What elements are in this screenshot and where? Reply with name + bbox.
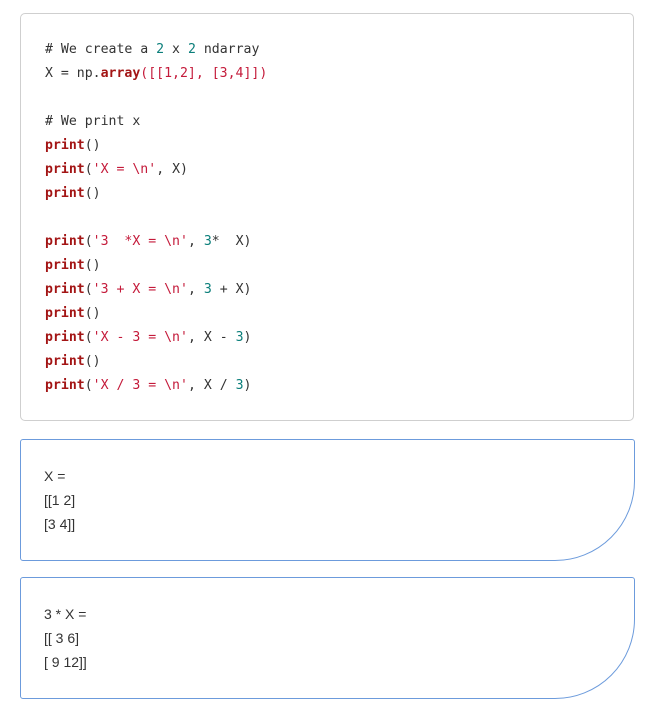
code-token: 3 xyxy=(235,378,244,393)
code-token: 2 xyxy=(187,42,196,57)
output-cell-2: 3 * X = [[ 3 6] [ 9 12]] xyxy=(20,577,635,699)
output-line: 3 * X = xyxy=(44,606,87,622)
code-token: () xyxy=(84,138,101,153)
code-line: # We create a 2 x 2 ndarray xyxy=(45,38,267,62)
code-token: print xyxy=(45,258,85,273)
code-token: 'X = \n' xyxy=(92,162,157,177)
code-token: '3 + X = \n' xyxy=(92,282,188,297)
code-line: print() xyxy=(45,134,267,158)
code-line: print('3 *X = \n', 3* X) xyxy=(45,230,267,254)
code-token: print xyxy=(45,282,85,297)
code-token: ( xyxy=(84,282,93,297)
code-token: X = np. xyxy=(45,66,101,81)
code-token: print xyxy=(45,378,85,393)
code-token: ndarray xyxy=(195,42,260,57)
code-token: () xyxy=(84,354,101,369)
code-token: () xyxy=(84,306,101,321)
output-cell-1: X = [[1 2] [3 4]] xyxy=(20,439,635,561)
output-line: [ 9 12]] xyxy=(44,654,87,670)
code-token: print xyxy=(45,330,85,345)
code-token: array xyxy=(100,66,141,81)
output-text-1: X = [[1 2] [3 4]] xyxy=(44,464,75,536)
code-token: ( xyxy=(84,234,93,249)
code-token: ([[1,2], [3,4]]) xyxy=(140,66,268,81)
code-token: # We print x xyxy=(45,114,141,129)
code-token: + X) xyxy=(211,282,252,297)
code-token: print xyxy=(45,186,85,201)
code-line: X = np.array([[1,2], [3,4]]) xyxy=(45,62,267,86)
code-token: 3 xyxy=(203,234,212,249)
code-token: , X) xyxy=(156,162,188,177)
code-token: 'X / 3 = \n' xyxy=(92,378,188,393)
code-token: ( xyxy=(84,330,93,345)
code-editor[interactable]: # We create a 2 x 2 ndarray X = np.array(… xyxy=(45,38,267,398)
code-token: () xyxy=(84,186,101,201)
code-line: print() xyxy=(45,254,267,278)
output-line: X = xyxy=(44,468,66,484)
code-token: print xyxy=(45,354,85,369)
code-token: 3 xyxy=(235,330,244,345)
code-line: print('X - 3 = \n', X - 3) xyxy=(45,326,267,350)
code-line: print() xyxy=(45,350,267,374)
code-cell[interactable]: # We create a 2 x 2 ndarray X = np.array(… xyxy=(20,13,634,421)
output-line: [[ 3 6] xyxy=(44,630,80,646)
code-line: print() xyxy=(45,302,267,326)
output-line: [3 4]] xyxy=(44,516,76,532)
code-line: print('X / 3 = \n', X / 3) xyxy=(45,374,267,398)
code-token: () xyxy=(84,258,101,273)
code-line: print('X = \n', X) xyxy=(45,158,267,182)
code-token: print xyxy=(45,162,85,177)
code-line: print('3 + X = \n', 3 + X) xyxy=(45,278,267,302)
code-token: # We create a xyxy=(45,42,157,57)
code-token: x xyxy=(164,42,188,57)
code-token: ) xyxy=(243,378,252,393)
code-token: * X) xyxy=(211,234,252,249)
code-token: ) xyxy=(243,330,252,345)
code-token: , xyxy=(187,282,204,297)
code-line: # We print x xyxy=(45,110,267,134)
output-line: [[1 2] xyxy=(44,492,76,508)
code-token: print xyxy=(45,234,85,249)
code-token: , xyxy=(187,234,204,249)
code-token: 'X - 3 = \n' xyxy=(92,330,188,345)
code-token: ( xyxy=(84,378,93,393)
code-token: , X / xyxy=(187,378,236,393)
code-token: , X - xyxy=(187,330,236,345)
code-token: 3 xyxy=(203,282,212,297)
code-line: print() xyxy=(45,182,267,206)
code-token: print xyxy=(45,138,85,153)
code-token: 2 xyxy=(156,42,165,57)
code-token: print xyxy=(45,306,85,321)
output-text-2: 3 * X = [[ 3 6] [ 9 12]] xyxy=(44,602,87,674)
code-token: '3 *X = \n' xyxy=(92,234,188,249)
code-token: ( xyxy=(84,162,93,177)
